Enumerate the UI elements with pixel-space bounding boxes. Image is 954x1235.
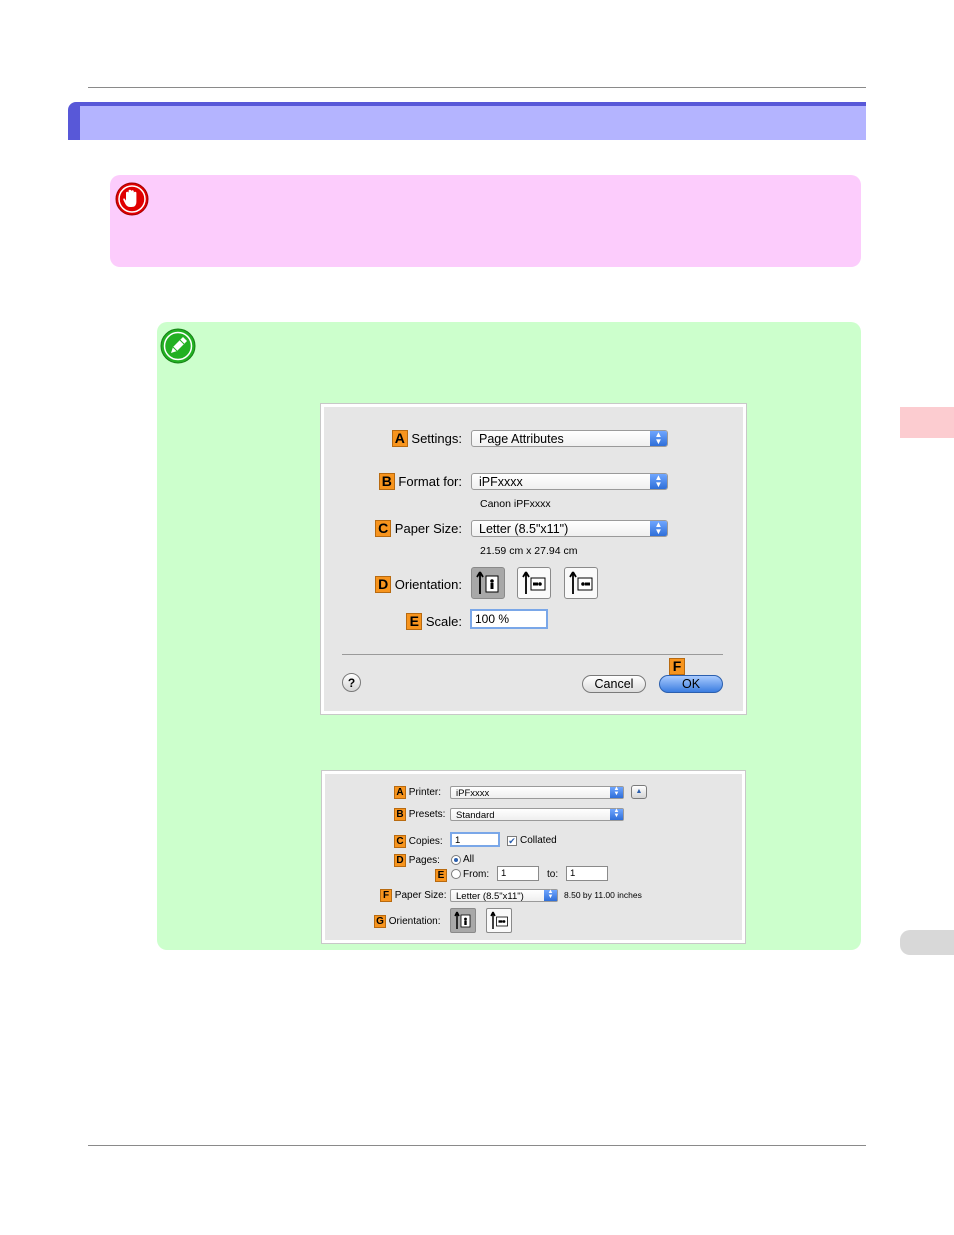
top-rule <box>88 87 866 88</box>
settings-popup[interactable]: Page Attributes ▲ ▼ <box>471 430 668 447</box>
scale-input[interactable]: 100 % <box>470 609 548 629</box>
from-label: From: <box>463 869 490 880</box>
tag-a: A <box>391 430 408 447</box>
tag-a: A <box>394 786 406 799</box>
landscape-reversed-icon <box>569 571 593 594</box>
paper-size-row-label: C Paper Size: <box>375 520 462 537</box>
print-dialog: A Printer: iPFxxxx ▲ ▼ ▲ B Presets: Stand… <box>322 771 745 943</box>
from-input[interactable]: 1 <box>497 866 539 881</box>
copies-row-label: C Copies: <box>394 835 443 848</box>
presets-label: Presets: <box>408 809 446 820</box>
pages-from-radio[interactable] <box>451 869 461 879</box>
tag-d: D <box>375 576 392 593</box>
to-label: to: <box>547 869 559 880</box>
landscape-icon <box>522 571 546 594</box>
paper-size-value: Letter (8.5"x11") <box>479 522 569 536</box>
important-box <box>110 175 861 267</box>
tag-e: E <box>406 613 423 630</box>
ok-button[interactable]: OK <box>659 675 723 693</box>
format-for-label: Format for: <box>398 474 462 489</box>
stop-hand-icon <box>115 182 149 216</box>
dialog-separator <box>342 654 723 655</box>
pencil-icon <box>160 328 196 364</box>
pages-row-label: D Pages: <box>394 854 440 867</box>
orientation-row-label: D Orientation: <box>375 576 462 593</box>
pages-all-radio[interactable] <box>451 855 461 865</box>
tag-f: F <box>380 889 392 902</box>
landscape-orientation-button[interactable] <box>517 567 551 599</box>
popup-arrows-icon: ▲ ▼ <box>650 521 667 536</box>
paper-size-popup[interactable]: Letter (8.5"x11") ▲ ▼ <box>471 520 668 537</box>
printer-row-label: A Printer: <box>394 786 441 799</box>
popup-arrows-icon: ▲ ▼ <box>610 786 623 798</box>
tag-d: D <box>394 854 406 867</box>
presets-value: Standard <box>456 810 495 821</box>
presets-row-label: B Presets: <box>394 808 445 821</box>
orientation-row-label: G Orientation: <box>374 915 440 928</box>
scale-row-label: E Scale: <box>406 613 462 630</box>
paper-size-label: Paper Size: <box>394 521 462 536</box>
settings-value: Page Attributes <box>479 432 564 446</box>
paper-size-label: Paper Size: <box>394 890 447 901</box>
copies-input[interactable]: 1 <box>450 832 500 847</box>
printer-label: Printer: <box>408 787 442 798</box>
paper-size-row-label: F Paper Size: <box>380 889 446 902</box>
settings-row-label: A Settings: <box>391 430 462 447</box>
landscape-orientation-button[interactable] <box>486 908 512 933</box>
tag-e: E <box>435 869 447 882</box>
paper-size-sub: 8.50 by 11.00 inches <box>564 890 642 900</box>
landscape-icon <box>490 911 508 929</box>
popup-arrows-icon: ▲ ▼ <box>610 808 623 820</box>
presets-popup[interactable]: Standard ▲ ▼ <box>450 808 624 821</box>
landscape-reversed-orientation-button[interactable] <box>564 567 598 599</box>
collated-checkbox[interactable]: ✔ <box>507 836 517 846</box>
help-button[interactable]: ? <box>342 673 361 692</box>
copies-label: Copies: <box>408 836 443 847</box>
to-input[interactable]: 1 <box>566 866 608 881</box>
settings-label: Settings: <box>411 431 462 446</box>
collated-label: Collated <box>520 835 557 846</box>
cancel-button[interactable]: Cancel <box>582 675 646 693</box>
printer-value: iPFxxxx <box>456 788 490 799</box>
portrait-orientation-button[interactable] <box>471 567 505 599</box>
format-row-label: B Format for: <box>378 473 462 490</box>
pages-label: Pages: <box>408 855 440 866</box>
bottom-rule <box>88 1145 866 1146</box>
index-tab[interactable] <box>900 930 954 955</box>
portrait-icon <box>476 571 499 594</box>
format-for-sub: Canon iPFxxxx <box>480 498 551 510</box>
orientation-label: Orientation: <box>394 577 462 592</box>
tag-b: B <box>394 808 406 821</box>
tag-f: F <box>669 658 685 675</box>
tag-g: G <box>374 915 386 928</box>
section-heading-band-fill <box>80 106 866 140</box>
section-heading-band <box>68 102 866 140</box>
portrait-orientation-button[interactable] <box>450 908 476 933</box>
paper-size-popup[interactable]: Letter (8.5"x11") ▲ ▼ <box>450 889 558 902</box>
popup-arrows-icon: ▲ ▼ <box>544 889 557 901</box>
portrait-icon <box>454 911 471 929</box>
tag-c: C <box>394 835 406 848</box>
popup-arrows-icon: ▲ ▼ <box>650 474 667 489</box>
tag-b: B <box>378 473 395 490</box>
orientation-label: Orientation: <box>388 916 441 927</box>
paper-size-sub: 21.59 cm x 27.94 cm <box>480 545 578 557</box>
tag-c: C <box>375 520 392 537</box>
page-setup-dialog: A Settings: Page Attributes ▲ ▼ B Format … <box>321 404 746 714</box>
scale-label: Scale: <box>425 614 462 629</box>
format-for-popup[interactable]: iPFxxxx ▲ ▼ <box>471 473 668 490</box>
paper-size-value: Letter (8.5"x11") <box>456 891 524 902</box>
popup-arrows-icon: ▲ ▼ <box>650 431 667 446</box>
printer-popup[interactable]: iPFxxxx ▲ ▼ <box>450 786 624 799</box>
disclosure-triangle-icon[interactable]: ▲ <box>631 785 647 799</box>
chapter-tab[interactable] <box>900 407 954 438</box>
format-for-value: iPFxxxx <box>479 475 523 489</box>
pages-all-label: All <box>463 854 475 865</box>
